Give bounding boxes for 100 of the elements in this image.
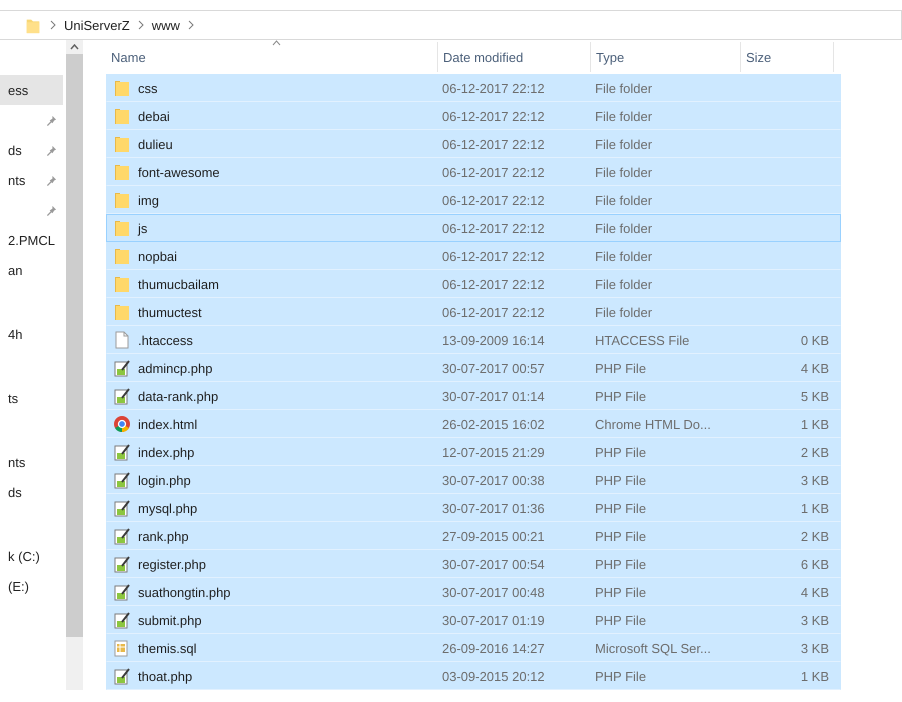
file-type: HTACCESS File	[595, 332, 690, 348]
date-modified: 27-09-2015 00:21	[442, 528, 545, 544]
nav-label[interactable]: 2.PMCL	[8, 232, 55, 248]
script-file-icon	[113, 611, 131, 629]
file-type: PHP File	[595, 584, 646, 600]
file-name: nopbai	[138, 248, 178, 264]
file-type: PHP File	[595, 360, 646, 376]
folder-icon	[113, 191, 131, 209]
file-row[interactable]: thoat.php 03-09-2015 20:12 PHP File 1 KB	[106, 662, 841, 690]
nav-item[interactable]: 2.PMCL	[0, 225, 63, 255]
file-name: thumuctest	[138, 304, 202, 320]
file-type: Microsoft SQL Ser...	[595, 640, 711, 656]
file-row[interactable]: img 06-12-2017 22:12 File folder	[106, 186, 841, 214]
file-name: mysql.php	[138, 500, 198, 516]
file-type: File folder	[595, 80, 652, 96]
file-name: font-awesome	[138, 164, 220, 180]
nav-item[interactable]: ds	[0, 135, 63, 165]
date-modified: 06-12-2017 22:12	[442, 276, 545, 292]
file-size: 3 KB	[800, 640, 829, 656]
date-modified: 13-09-2009 16:14	[442, 332, 545, 348]
file-row[interactable]: themis.sql 26-09-2016 14:27 Microsoft SQL Ser... 3 KB	[106, 634, 841, 662]
nav-item[interactable]: nts	[0, 447, 63, 477]
nav-item[interactable]: ess	[0, 75, 63, 105]
file-row[interactable]: thumuctest 06-12-2017 22:12 File folder	[106, 298, 841, 326]
file-row[interactable]: thumucbailam 06-12-2017 22:12 File folder	[106, 270, 841, 298]
nav-label[interactable]: ess	[8, 82, 28, 98]
nav-label[interactable]: nts	[8, 454, 26, 470]
file-name: js	[138, 220, 148, 236]
column-header[interactable]: Date modified	[438, 42, 591, 72]
date-modified: 06-12-2017 22:12	[442, 220, 545, 236]
file-type: File folder	[595, 220, 652, 236]
file-row[interactable]: .htaccess 13-09-2009 16:14 HTACCESS File 0 KB	[106, 326, 841, 354]
file-row[interactable]: suathongtin.php 30-07-2017 00:48 PHP File 4 KB	[106, 578, 841, 606]
nav-label[interactable]: ds	[8, 142, 22, 158]
scroll-up-icon	[70, 44, 79, 50]
nav-item[interactable]: nts	[0, 165, 63, 195]
file-row[interactable]: dulieu 06-12-2017 22:12 File folder	[106, 130, 841, 158]
file-row[interactable]: register.php 30-07-2017 00:54 PHP File 6 KB	[106, 550, 841, 578]
file-row[interactable]: debai 06-12-2017 22:12 File folder	[106, 102, 841, 130]
file-row[interactable]: submit.php 30-07-2017 01:19 PHP File 3 KB	[106, 606, 841, 634]
column-header[interactable]: Size	[741, 42, 834, 72]
file-size: 0 KB	[800, 332, 829, 348]
date-modified: 06-12-2017 22:12	[442, 80, 545, 96]
file-row[interactable]: nopbai 06-12-2017 22:12 File folder	[106, 242, 841, 270]
blank-file-icon	[113, 331, 131, 349]
script-file-icon	[113, 359, 131, 377]
file-size: 3 KB	[800, 612, 829, 628]
nav-label[interactable]: nts	[8, 172, 26, 188]
file-size: 1 KB	[800, 500, 829, 516]
file-name: suathongtin.php	[138, 584, 231, 600]
breadcrumb[interactable]: www	[152, 18, 180, 32]
file-type: PHP File	[595, 556, 646, 572]
column-header[interactable]: Type	[591, 42, 741, 72]
file-row[interactable]: login.php 30-07-2017 00:38 PHP File 3 KB	[106, 466, 841, 494]
script-file-icon	[113, 471, 131, 489]
folder-icon	[113, 163, 131, 181]
nav-label[interactable]: ts	[8, 390, 18, 406]
file-name: thumucbailam	[138, 276, 219, 292]
date-modified: 30-07-2017 01:14	[442, 388, 545, 404]
nav-label[interactable]: (E:)	[8, 578, 29, 594]
nav-label[interactable]: k (C:)	[8, 548, 40, 564]
script-file-icon	[113, 387, 131, 405]
file-row[interactable]: admincp.php 30-07-2017 00:57 PHP File 4 KB	[106, 354, 841, 382]
nav-item[interactable]: 4h	[0, 319, 63, 349]
nav-item[interactable]: ts	[0, 383, 63, 413]
file-row[interactable]: index.php 12-07-2015 21:29 PHP File 2 KB	[106, 438, 841, 466]
nav-item[interactable]: k (C:)	[0, 541, 63, 571]
breadcrumb[interactable]: UniServerZ	[64, 18, 130, 32]
address-bar[interactable]: UniServerZ www	[0, 10, 902, 40]
file-size: 1 KB	[800, 416, 829, 432]
file-name: index.php	[138, 444, 194, 460]
date-modified: 06-12-2017 22:12	[442, 248, 545, 264]
date-modified: 06-12-2017 22:12	[442, 136, 545, 152]
nav-label[interactable]: ds	[8, 484, 22, 500]
file-row[interactable]: data-rank.php 30-07-2017 01:14 PHP File 5 KB	[106, 382, 841, 410]
browser-icon	[113, 415, 131, 433]
column-header[interactable]: Name	[106, 42, 438, 72]
file-name: thoat.php	[138, 668, 192, 684]
nav-item[interactable]: an	[0, 255, 63, 285]
file-row[interactable]: rank.php 27-09-2015 00:21 PHP File 2 KB	[106, 522, 841, 550]
file-name: img	[138, 192, 159, 208]
file-row[interactable]: mysql.php 30-07-2017 01:36 PHP File 1 KB	[106, 494, 841, 522]
file-name: css	[138, 80, 158, 96]
file-type: PHP File	[595, 528, 646, 544]
file-type: File folder	[595, 136, 652, 152]
file-type: PHP File	[595, 500, 646, 516]
file-type: File folder	[595, 248, 652, 264]
folder-icon	[113, 275, 131, 293]
file-row[interactable]: css 06-12-2017 22:12 File folder	[106, 74, 841, 102]
nav-item[interactable]: (E:)	[0, 571, 63, 601]
file-row[interactable]: font-awesome 06-12-2017 22:12 File folder	[106, 158, 841, 186]
file-row[interactable]: index.html 26-02-2015 16:02 Chrome HTML Do... 1 KB	[106, 410, 841, 438]
file-row[interactable]: js 06-12-2017 22:12 File folder	[106, 214, 841, 242]
nav-label[interactable]: an	[8, 262, 22, 278]
file-name: index.html	[138, 416, 198, 432]
file-size: 3 KB	[800, 472, 829, 488]
nav-label[interactable]: 4h	[8, 326, 22, 342]
nav-item[interactable]: ds	[0, 477, 63, 507]
file-type: PHP File	[595, 612, 646, 628]
chevron-icon	[138, 20, 144, 30]
